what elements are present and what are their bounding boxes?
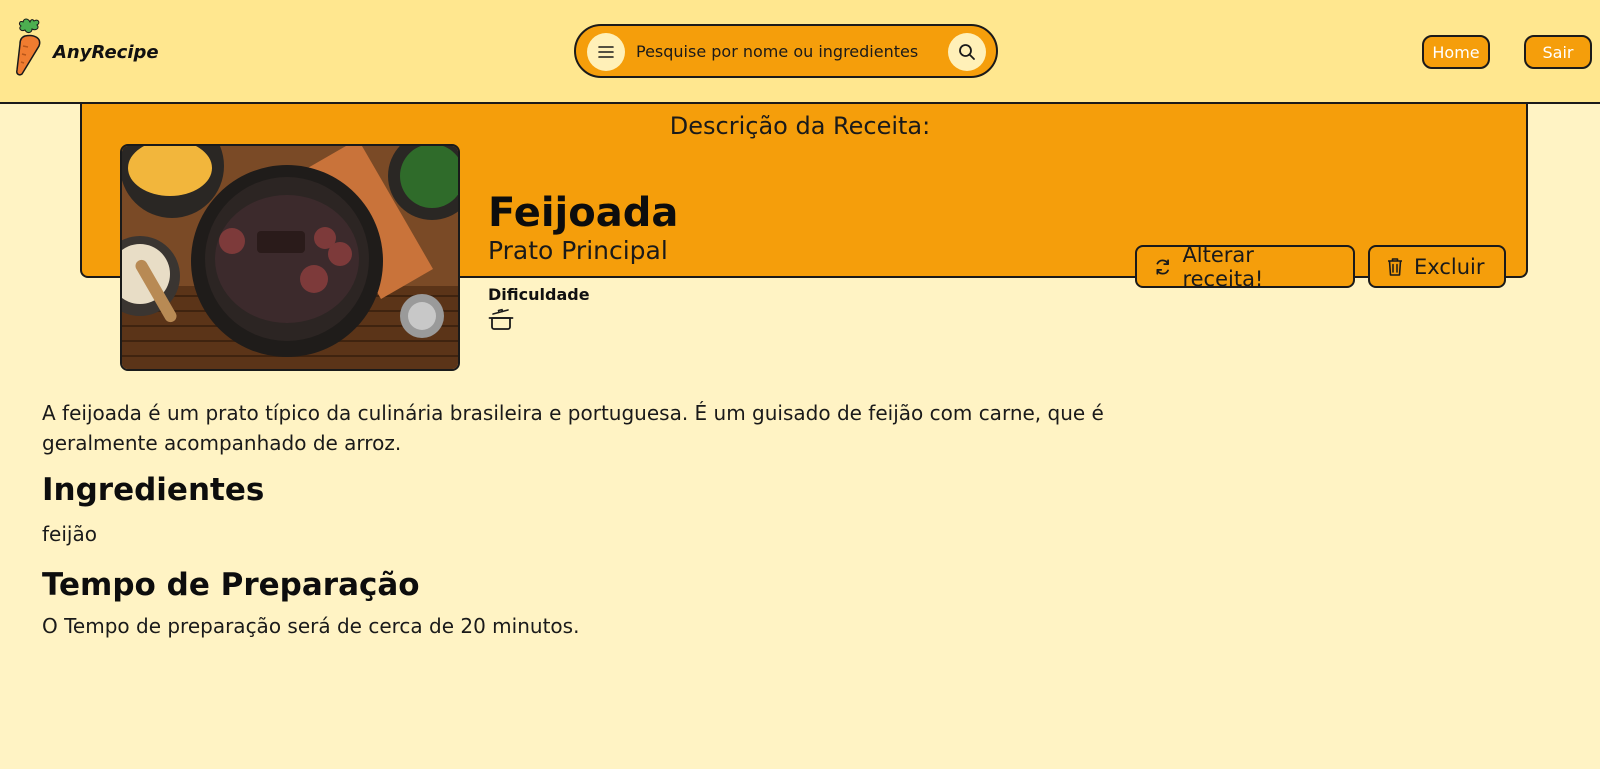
ingredients-list: feijão [42, 522, 97, 546]
prep-time-text: O Tempo de preparação será de cerca de 2… [42, 614, 580, 638]
recipe-image [120, 144, 460, 371]
search-bar [574, 24, 998, 78]
ingredients-heading: Ingredientes [42, 472, 265, 508]
menu-button[interactable] [587, 33, 625, 71]
delete-label: Excluir [1414, 254, 1485, 279]
logo[interactable] [14, 16, 50, 78]
refresh-icon [1156, 258, 1169, 275]
cooking-pot-icon [488, 307, 514, 335]
carrot-icon [16, 18, 41, 76]
difficulty-label: Dificuldade [488, 285, 590, 304]
search-input[interactable] [636, 36, 942, 66]
search-icon [959, 44, 975, 60]
alter-recipe-button[interactable]: Alterar receita! [1135, 242, 1355, 291]
section-title: Descrição da Receita: [669, 112, 931, 140]
recipe-name: Feijoada [488, 190, 679, 236]
prep-time-heading: Tempo de Preparação [42, 567, 420, 603]
top-navbar: AnyRecipe Home Sair [0, 0, 1600, 104]
recipe-category: Prato Principal [488, 236, 668, 265]
nav-home-button[interactable]: Home [1422, 35, 1490, 69]
search-button[interactable] [948, 33, 986, 71]
menu-icon [598, 46, 614, 58]
recipe-description: A feijoada é um prato típico da culinári… [42, 401, 1104, 455]
alter-recipe-label: Alterar receita! [1182, 242, 1264, 291]
delete-button[interactable]: Excluir [1368, 245, 1506, 288]
nav-exit-button[interactable]: Sair [1524, 35, 1592, 69]
app-name: AnyRecipe [53, 42, 159, 63]
trash-icon [1388, 257, 1402, 276]
